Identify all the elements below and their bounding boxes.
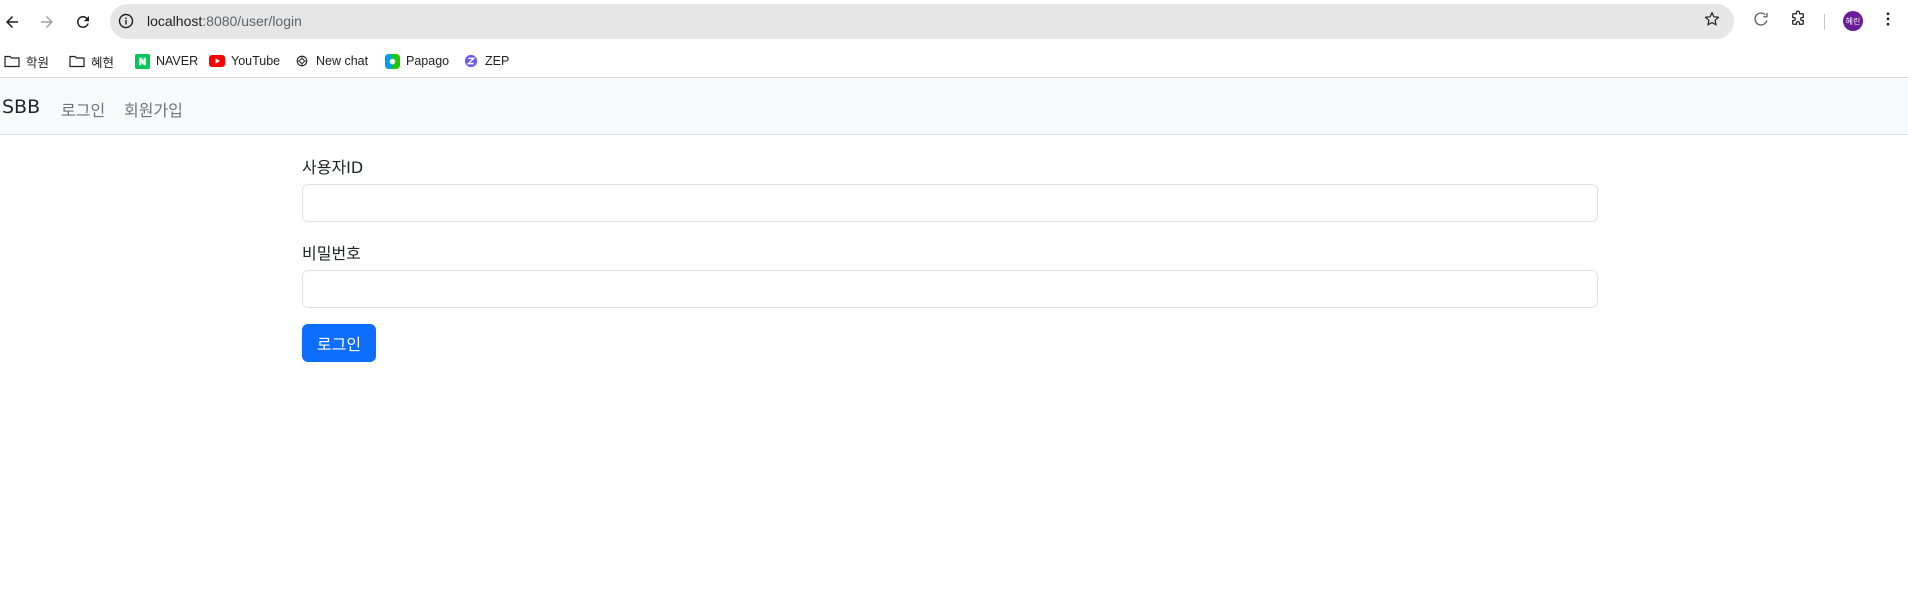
bookmark-youtube[interactable]: YouTube: [209, 52, 280, 70]
url-host: localhost: [147, 13, 203, 29]
browser-toolbar: localhost:8080/user/login 혜린: [0, 0, 1908, 43]
bookmark-naver[interactable]: NAVER: [134, 52, 198, 70]
star-icon[interactable]: [1703, 10, 1721, 32]
url-path: :8080/user/login: [202, 13, 302, 29]
chatgpt-icon: [294, 53, 310, 69]
bookmark-folder-academy[interactable]: 학원: [4, 52, 49, 70]
navbar-brand[interactable]: SBB: [2, 96, 40, 118]
username-input[interactable]: [302, 184, 1598, 222]
bookmark-label: 혜현: [91, 55, 115, 70]
nav-link-signup[interactable]: 회원가입: [124, 97, 183, 121]
kebab-menu-icon[interactable]: [1879, 10, 1897, 32]
forward-arrow-icon[interactable]: [34, 9, 60, 35]
login-submit-button[interactable]: 로그인: [302, 324, 376, 362]
bookmark-zep[interactable]: ZEP: [463, 52, 509, 70]
puzzle-extension-icon[interactable]: [1789, 10, 1807, 32]
bookmark-label: New chat: [316, 54, 369, 68]
username-label: 사용자ID: [302, 158, 364, 177]
nav-link-login[interactable]: 로그인: [61, 97, 105, 121]
folder-icon: [69, 53, 85, 69]
password-label: 비밀번호: [302, 244, 361, 263]
bookmark-label: ZEP: [485, 54, 510, 68]
refresh-extension-icon[interactable]: [1752, 10, 1770, 32]
zep-icon: [463, 53, 479, 69]
bookmark-label: 학원: [26, 55, 50, 70]
bookmark-new-chat[interactable]: New chat: [294, 52, 368, 70]
folder-icon: [4, 53, 20, 69]
youtube-icon: [209, 53, 225, 69]
toolbar-divider: [1824, 14, 1825, 30]
profile-avatar[interactable]: 혜린: [1843, 11, 1863, 31]
reload-icon[interactable]: [70, 9, 96, 35]
address-bar[interactable]: [110, 4, 1734, 39]
bookmarks-bar: 학원 혜현 NAVER YouTube New chat Papago ZEP: [0, 43, 1908, 78]
papago-icon: [384, 53, 400, 69]
bookmark-papago[interactable]: Papago: [384, 52, 449, 70]
password-input[interactable]: [302, 270, 1598, 308]
bookmark-label: NAVER: [156, 54, 199, 68]
bookmark-folder-hyehyeon[interactable]: 혜현: [69, 52, 114, 70]
bookmark-label: YouTube: [231, 54, 281, 68]
address-url: localhost:8080/user/login: [147, 13, 302, 29]
bookmark-label: Papago: [406, 54, 450, 68]
back-arrow-icon[interactable]: [0, 9, 25, 35]
naver-icon: [134, 53, 150, 69]
site-info-icon[interactable]: [118, 13, 134, 33]
site-navbar: SBB 로그인 회원가입: [0, 79, 1908, 135]
